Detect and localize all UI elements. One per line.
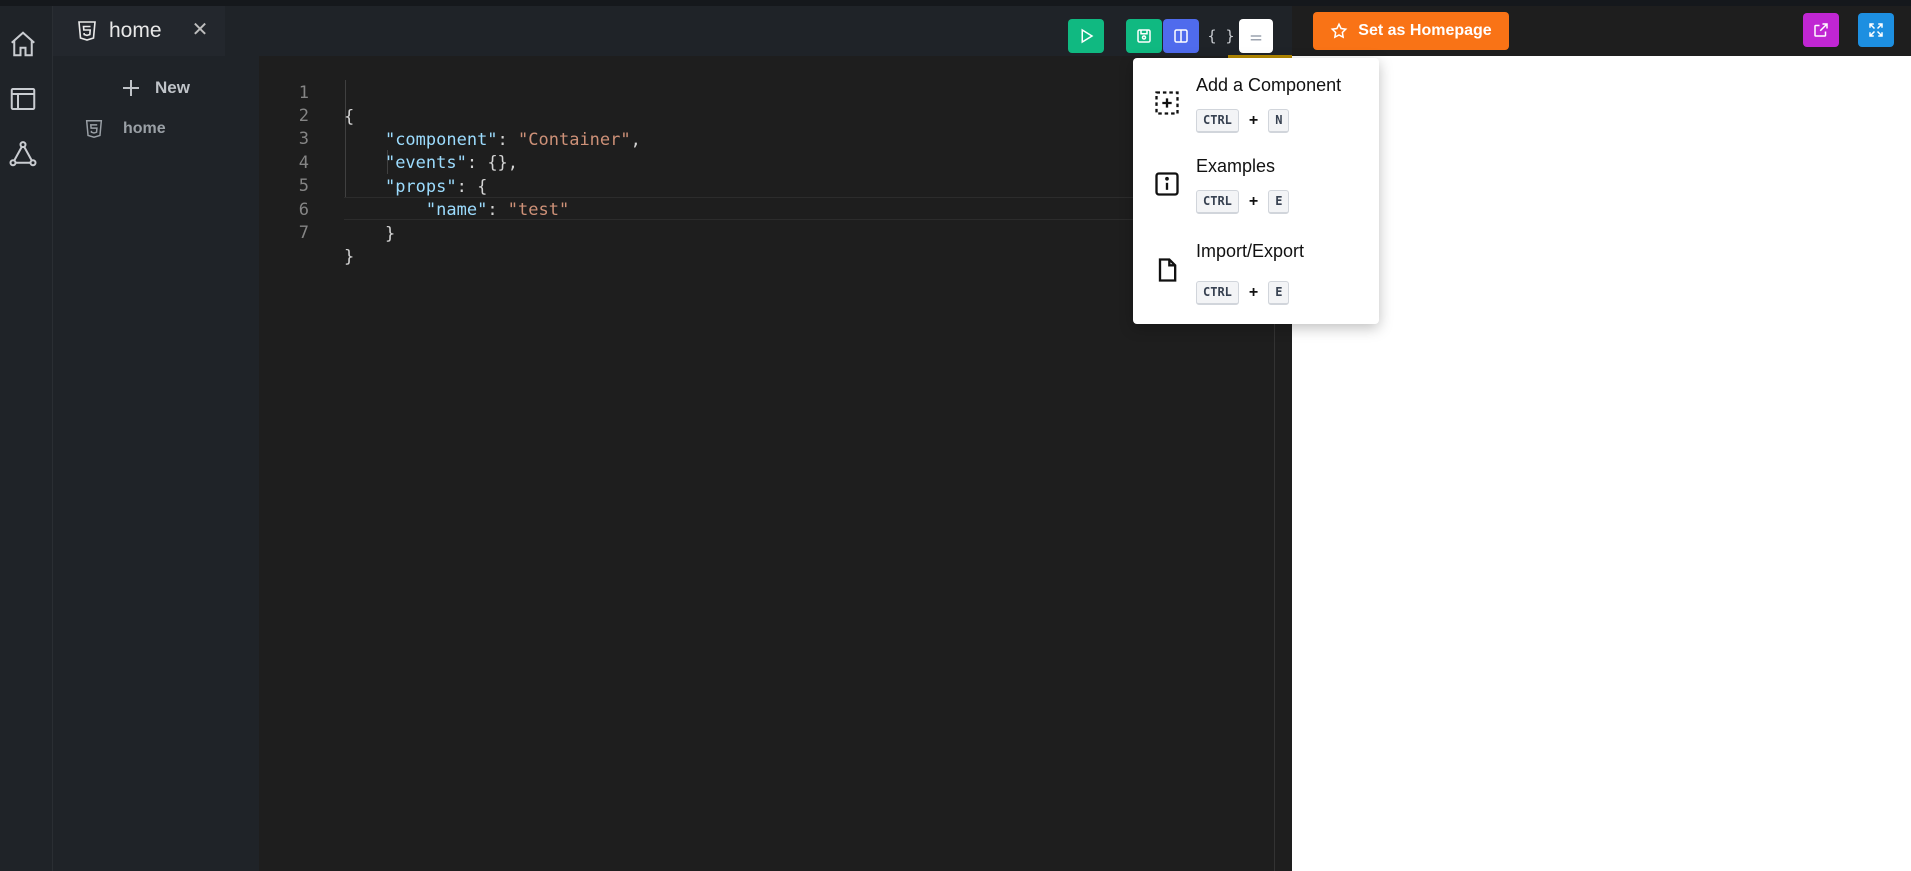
code-line: 7 } xyxy=(298,223,355,267)
code-line: 5 "name": "test" xyxy=(298,176,570,220)
graph-icon[interactable] xyxy=(5,136,41,172)
html5-icon xyxy=(85,120,103,139)
shortcut: CTRL + N xyxy=(1196,109,1290,133)
set-as-homepage-label: Set as Homepage xyxy=(1358,22,1492,39)
tab-label: home xyxy=(109,19,162,42)
code-line: 6 } xyxy=(298,200,396,244)
code-line: 1 { xyxy=(298,83,355,127)
fullscreen-button[interactable] xyxy=(1858,13,1894,47)
options-menu: Add a Component CTRL + N Examples CTRL +… xyxy=(1133,58,1379,324)
kbd-key: N xyxy=(1268,109,1290,133)
save-button[interactable] xyxy=(1126,19,1162,53)
tab-bar: home ✕ { } xyxy=(53,6,1292,56)
file-item-home[interactable]: home xyxy=(83,118,166,140)
pages-icon[interactable] xyxy=(5,81,41,117)
kbd-key: CTRL xyxy=(1196,109,1239,133)
kbd-key: CTRL xyxy=(1196,190,1239,214)
json-view-button[interactable]: { } xyxy=(1203,19,1239,53)
html5-icon xyxy=(78,21,96,41)
file-icon xyxy=(1153,256,1181,284)
home-icon[interactable] xyxy=(5,26,41,62)
kbd-key: CTRL xyxy=(1196,281,1239,305)
split-view-button[interactable] xyxy=(1163,19,1199,53)
new-file-label: New xyxy=(155,78,190,97)
menu-item-label: Examples xyxy=(1196,156,1276,176)
expand-icon xyxy=(1869,23,1883,37)
save-icon xyxy=(1137,29,1151,43)
shortcut: CTRL + E xyxy=(1196,190,1290,214)
tab-home[interactable]: home ✕ xyxy=(53,6,225,56)
menu-icon xyxy=(1250,35,1262,41)
code-line: 4 "props": { xyxy=(298,153,488,197)
activity-rail xyxy=(0,6,53,871)
code-line: 3 "events": {}, xyxy=(298,129,519,173)
code-line: 2 "component": "Container", xyxy=(298,106,641,150)
kbd-key: E xyxy=(1268,281,1290,305)
external-link-icon xyxy=(1814,23,1828,37)
add-component-icon xyxy=(1153,89,1181,117)
file-item-label: home xyxy=(123,120,166,137)
set-as-homepage-button[interactable]: Set as Homepage xyxy=(1313,12,1509,50)
shortcut: CTRL + E xyxy=(1196,281,1290,305)
file-tree: New home xyxy=(53,56,259,871)
open-external-button[interactable] xyxy=(1803,13,1839,47)
play-icon xyxy=(1081,28,1094,44)
menu-item-label: Add a Component xyxy=(1196,75,1342,95)
kbd-key: E xyxy=(1268,190,1290,214)
new-file-button[interactable]: New xyxy=(119,76,190,100)
menu-button[interactable] xyxy=(1239,19,1273,53)
info-icon xyxy=(1153,170,1181,198)
preview-pane[interactable] xyxy=(1292,56,1911,871)
menu-item-label: Import/Export xyxy=(1196,241,1305,261)
plus-icon xyxy=(123,80,139,96)
star-icon xyxy=(1330,22,1348,39)
close-icon[interactable]: ✕ xyxy=(189,18,211,41)
code-editor[interactable]: 1 { 2 "component": "Container", 3 "event… xyxy=(259,56,1275,871)
run-button[interactable] xyxy=(1068,19,1104,53)
columns-icon xyxy=(1174,29,1188,43)
